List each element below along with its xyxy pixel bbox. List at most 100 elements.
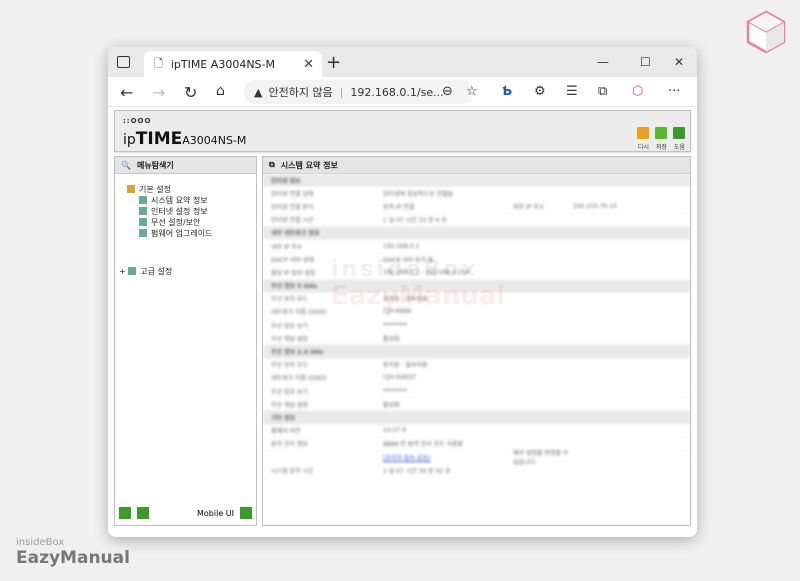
url-separator: |: [339, 85, 344, 99]
profile-icon[interactable]: ⬡: [632, 84, 643, 99]
restart-button[interactable]: [637, 127, 649, 139]
tab-actions-icon[interactable]: [117, 56, 130, 68]
page-icon: [139, 218, 147, 226]
cell-c2: 10.07.9: [383, 427, 406, 435]
cell-c2: 192.168.0.1: [383, 242, 420, 250]
more-icon[interactable]: ···: [668, 84, 680, 99]
info-title-bar: ⧉ 시스템 요약 정보: [263, 157, 690, 174]
url-text: 192.168.0.1/se...: [350, 85, 444, 99]
close-window-icon[interactable]: ✕: [674, 55, 684, 69]
cell-c2: 동적 IP 연결: [383, 203, 415, 211]
brand-big: EazyManual: [16, 548, 130, 568]
puzzle-icon[interactable]: ⚙: [534, 84, 546, 99]
watermark-eazymanual: EazyManual: [331, 281, 506, 311]
cell-c1: 인터넷 정보: [271, 177, 301, 185]
router-logo: ipTIMEA3004NS-M: [123, 129, 247, 149]
cell-c1: 무선 암호 보기: [271, 322, 308, 330]
extension-icon[interactable]: Ƅ: [502, 84, 512, 99]
mobile-icon[interactable]: [240, 507, 252, 519]
table-row: 시스템 동작 시간 1 일 07 시간 34 분 02 초: [263, 464, 690, 478]
cell-c3: 에서 설정을 변경할 수 있습니다.: [513, 450, 569, 467]
table-row: 무선 채널 설정 활성화: [263, 332, 690, 346]
new-tab-icon[interactable]: +: [326, 52, 341, 73]
security-label: 안전하지 않음: [268, 86, 333, 99]
advanced-settings-folder[interactable]: + 고급 설정: [119, 266, 172, 277]
menu-footer: Mobile UI: [119, 507, 252, 521]
expand-icon: +: [119, 267, 129, 276]
table-row: 무선 채널 설정 활성화: [263, 398, 690, 412]
back-icon[interactable]: ←: [120, 83, 133, 102]
mobile-ui-link[interactable]: Mobile UI: [197, 509, 234, 518]
cell-c1: 네트워크 이름 (SSID): [271, 375, 327, 383]
cell-c2: ********: [383, 321, 407, 329]
menu-item-system-summary[interactable]: 시스템 요약 정보: [139, 195, 208, 206]
help-button[interactable]: [673, 127, 685, 139]
close-tab-icon[interactable]: ✕: [303, 57, 314, 72]
favorite-add-icon[interactable]: ☆: [466, 84, 478, 99]
tab-bar: 🗋 ipTIME A3004NS-M ✕ + — ☐ ✕: [108, 47, 697, 77]
table-row: 무선 암호 보기 ********: [263, 385, 690, 399]
cell-c2: 동작중 - 접속허용: [383, 362, 428, 370]
cell-c2: 활성화: [383, 401, 400, 409]
refresh-icon[interactable]: ↻: [184, 83, 197, 102]
table-row: 인터넷 연결 방식 동적 IP 연결 외부 IP 주소 192.215.70.15: [263, 200, 690, 214]
menu-title: 메뉴탐색기: [136, 160, 174, 170]
page-icon: [139, 207, 147, 215]
home-icon[interactable]: ⌂: [216, 83, 225, 99]
menu-item-firmware[interactable]: 펌웨어 업그레이드: [139, 228, 212, 239]
page-viewport: ::OOO ipTIMEA3004NS-M 다시 저장 도움 🔍 메뉴탐색기 기…: [108, 108, 697, 537]
search-icon: 🔍: [121, 160, 131, 170]
page-icon: [139, 229, 147, 237]
section-header: 기타 정보: [263, 411, 690, 425]
menu-item-internet[interactable]: 인터넷 설정 정보: [139, 206, 208, 217]
watermark-insidebox: insideBox: [331, 257, 479, 282]
table-row: 펌웨어 버전 10.07.9: [263, 425, 690, 438]
cell-c1: 펌웨어 버전: [271, 428, 301, 436]
cell-c1: 인터넷 연결 시간: [271, 217, 314, 225]
brand-dots: ::OOO: [123, 117, 152, 125]
refresh-icon[interactable]: [137, 507, 149, 519]
table-row: 무선 동작 모드 동작중 - 접속허용: [263, 359, 690, 372]
browser-tab[interactable]: 🗋 ipTIME A3004NS-M ✕: [144, 51, 322, 77]
table-row: 인터넷 연결 상태 인터넷에 정상적으로 연결됨: [263, 187, 690, 201]
window-icon: ⧉: [269, 160, 275, 169]
tab-title: ipTIME A3004NS-M: [170, 57, 275, 71]
restart-label: 다시: [638, 144, 650, 151]
minimize-icon[interactable]: —: [597, 55, 609, 69]
table-row: 인터넷 연결 시간 1 일 07 시간 33 분 6 초: [263, 214, 690, 227]
menu-item-wireless[interactable]: 무선 설정/보안: [139, 217, 200, 228]
save-label: 저장: [656, 144, 668, 151]
address-bar: ← → ↻ ⌂ ▲ 안전하지 않음 | 192.168.0.1/se... ⊖ …: [108, 77, 697, 107]
system-summary-panel: ⧉ 시스템 요약 정보 인터넷 정보인터넷 연결 상태 인터넷에 정상적으로 연결…: [262, 156, 691, 526]
menu-title-bar: 🔍 메뉴탐색기: [115, 157, 256, 174]
cell-c2: 1 일 07 시간 34 분 02 초: [383, 467, 451, 475]
forward-icon[interactable]: →: [152, 83, 165, 102]
maximize-icon[interactable]: ☐: [640, 55, 651, 69]
cell-c4: 192.215.70.15: [573, 202, 617, 210]
home-icon[interactable]: [119, 507, 131, 519]
cell-c1: 인터넷 연결 방식: [271, 203, 314, 211]
cube-logo-icon: [746, 10, 786, 54]
cell-c1: 무선 동작 모드: [271, 362, 308, 370]
save-button[interactable]: [655, 127, 667, 139]
cell-c2: 8888 번 원격 관리 포트 사용중: [383, 441, 464, 449]
favorites-icon[interactable]: ☰: [566, 84, 578, 99]
info-title: 시스템 요약 정보: [280, 160, 338, 170]
cell-c2[interactable]: [관리자 접속 암호]: [383, 453, 513, 462]
cell-c2: CJH-GUEST: [383, 374, 417, 382]
cell-c2: ********: [383, 387, 407, 395]
collections-icon[interactable]: ⧉: [598, 84, 607, 99]
cell-c2: 활성화: [383, 335, 400, 343]
basic-settings-folder[interactable]: 기본 설정: [127, 184, 171, 195]
url-field[interactable]: ▲ 안전하지 않음 | 192.168.0.1/se...: [244, 80, 474, 104]
cell-c3: 외부 IP 주소: [513, 203, 545, 211]
folder-icon: [128, 267, 137, 275]
section-header: 인터넷 정보: [263, 174, 690, 188]
zoom-icon[interactable]: ⊖: [442, 84, 453, 99]
warning-icon: ▲: [254, 85, 263, 99]
help-label: 도움: [674, 144, 686, 151]
section-header: 무선 정보 2.4 GHz: [263, 345, 690, 359]
cell-c1: 인터넷 연결 상태: [271, 190, 314, 198]
browser-window: 🗋 ipTIME A3004NS-M ✕ + — ☐ ✕ ← → ↻ ⌂ ▲ 안…: [108, 47, 697, 537]
brand-watermark: insideBox EazyManual: [16, 537, 130, 568]
